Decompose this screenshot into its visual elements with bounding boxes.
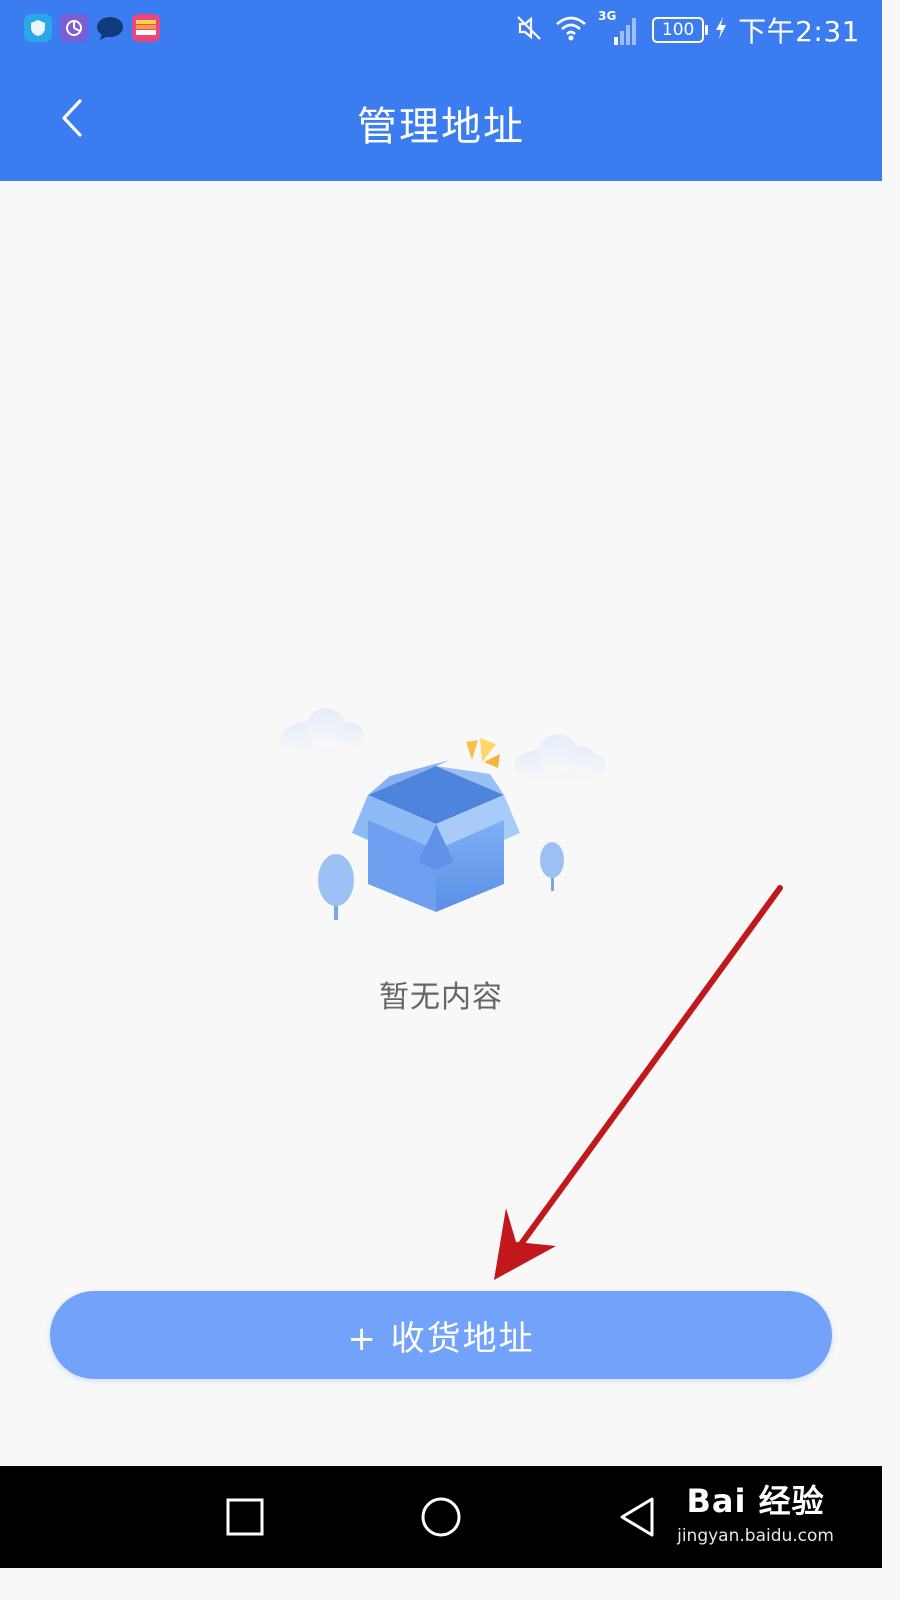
wallet-app-icon <box>132 14 160 42</box>
wifi-icon <box>554 13 588 47</box>
annotation-arrow <box>494 885 783 1280</box>
home-button[interactable] <box>420 1496 462 1542</box>
battery-indicator: 100 <box>652 17 709 43</box>
chat-app-icon <box>96 14 124 42</box>
add-address-button[interactable]: + 收货地址 <box>50 1291 832 1379</box>
watermark-logo: Bai 经验 <box>686 1482 825 1520</box>
recent-apps-button[interactable] <box>226 1498 264 1540</box>
cellular-signal-icon: 3G <box>598 9 642 47</box>
pie-app-icon <box>60 14 88 42</box>
cloud-right <box>514 734 606 783</box>
page-title: 管理地址 <box>357 104 525 150</box>
charging-icon <box>714 16 728 44</box>
cloud-left <box>280 708 364 756</box>
system-nav-bar: Bai 经验 jingyan.baidu.com <box>0 1466 882 1568</box>
watermark-url: jingyan.baidu.com <box>677 1526 834 1546</box>
mute-icon <box>514 13 544 47</box>
baidu-watermark: Bai 经验 jingyan.baidu.com <box>677 1476 834 1546</box>
square-icon <box>226 1498 264 1536</box>
notification-icons <box>24 14 160 42</box>
status-bar: 3G 100 下午2:31 <box>0 0 882 60</box>
back-nav-button[interactable] <box>618 1496 656 1542</box>
circle-icon <box>421 1497 461 1537</box>
clock: 下午2:31 <box>738 15 860 48</box>
status-indicators: 3G 100 下午2:31 <box>514 9 860 50</box>
sparkle <box>466 738 500 768</box>
triangle-back-icon <box>620 1497 654 1537</box>
shield-app-icon <box>24 14 52 42</box>
header: 管理地址 <box>0 60 882 181</box>
